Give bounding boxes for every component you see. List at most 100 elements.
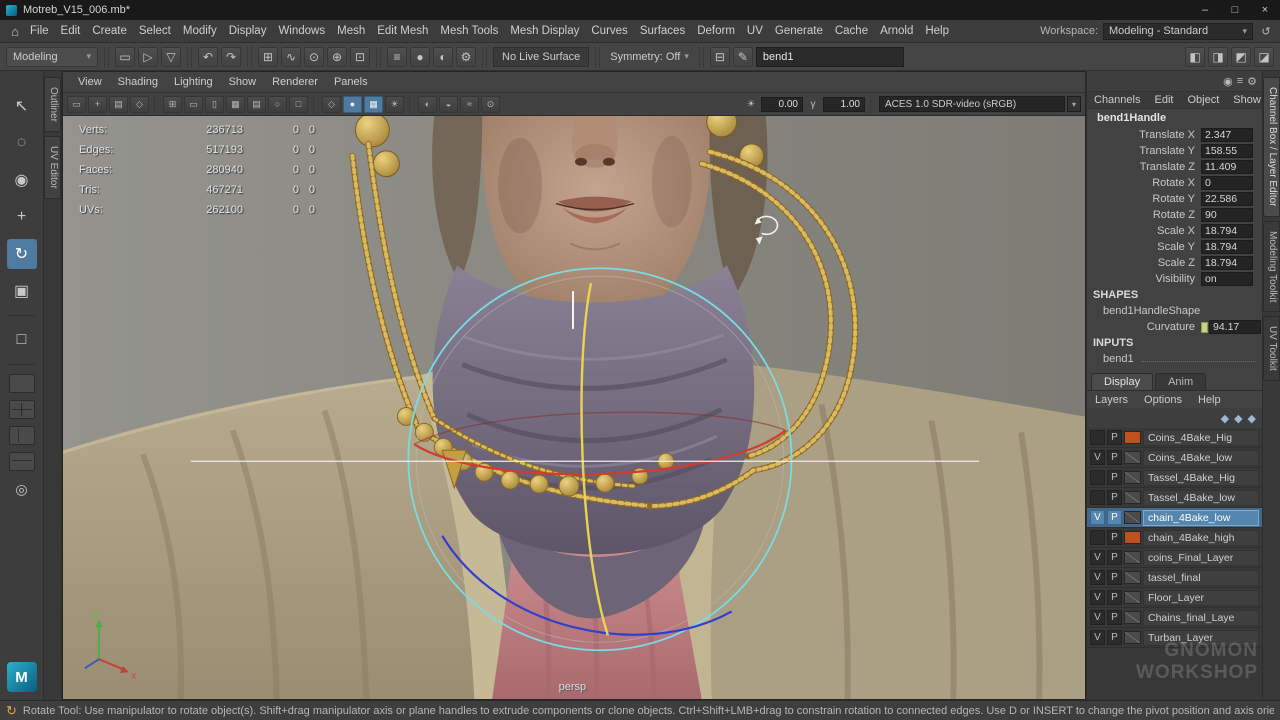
scale-tool-icon[interactable]: ▣ [7,276,37,306]
home-icon[interactable]: ⌂ [6,24,24,39]
menu-create[interactable]: Create [86,25,133,37]
safe-title-icon[interactable]: □ [289,96,308,113]
new-layer-icon[interactable]: ◆ [1248,412,1256,425]
tab-display[interactable]: Display [1091,373,1153,390]
input-node-name[interactable]: bend1 [1087,351,1262,367]
single-pane-layout-icon[interactable] [9,374,35,393]
layer-color-swatch[interactable] [1124,431,1141,444]
layer-playback-toggle[interactable]: P [1107,610,1122,625]
layer-visibility-toggle[interactable]: V [1090,590,1105,605]
isolate-select-icon[interactable]: ⊙ [481,96,500,113]
channel-label[interactable]: Translate Y [1087,145,1201,157]
toolbar-grip[interactable] [482,47,487,67]
layer-color-swatch[interactable] [1124,611,1141,624]
snap-to-view-plane-icon[interactable]: ⊕ [327,47,347,67]
layer-visibility-toggle[interactable]: V [1090,550,1105,565]
paint-selection-tool-icon[interactable]: ◉ [7,165,37,195]
channels-menu[interactable]: Channels [1087,94,1147,106]
shadows-icon[interactable]: ◐ [418,96,437,113]
layer-color-swatch[interactable] [1124,511,1141,524]
layer-playback-toggle[interactable]: P [1107,490,1122,505]
quick-input-field[interactable]: bend1 [756,47,904,67]
make-live-icon[interactable]: ⊡ [350,47,370,67]
panel-menu-lighting[interactable]: Lighting [167,76,220,88]
last-tool-icon[interactable]: □ [7,325,37,355]
layer-color-swatch[interactable] [1124,551,1141,564]
tool-settings-toggle-icon[interactable]: ◨ [1208,47,1228,67]
move-tool-icon[interactable]: + [7,202,37,232]
layer-row[interactable]: VPtassel_final [1087,568,1262,588]
maximize-button[interactable]: □ [1220,0,1250,20]
channel-value[interactable]: 22.586 [1201,192,1253,206]
layer-color-swatch[interactable] [1124,591,1141,604]
channel-value[interactable]: 90 [1201,208,1253,222]
options-menu[interactable]: Options [1136,394,1190,406]
toolbar-grip[interactable] [595,47,600,67]
rotate-tool-icon[interactable]: ↻ [7,239,37,269]
render-settings-icon[interactable]: ⚙ [456,47,476,67]
menu-uv[interactable]: UV [741,25,769,37]
layer-color-swatch[interactable] [1124,571,1141,584]
magnifier-icon[interactable]: ◎ [9,478,35,500]
attribute-editor-toggle-icon[interactable]: ◧ [1185,47,1205,67]
tab-channel-box-layer-editor[interactable]: Channel Box / Layer Editor [1263,77,1280,217]
menu-mesh-tools[interactable]: Mesh Tools [434,25,504,37]
move-layer-up-icon[interactable]: ◆ [1221,412,1229,425]
workspace-reset-icon[interactable]: ↺ [1258,25,1274,38]
layer-name[interactable]: Turban_Layer [1143,630,1259,646]
channel-value[interactable]: 0 [1201,176,1253,190]
layer-visibility-toggle[interactable]: V [1090,610,1105,625]
select-by-name-icon[interactable]: ✎ [733,47,753,67]
channel-label[interactable]: Translate Z [1087,161,1201,173]
layer-visibility-toggle[interactable]: V [1090,450,1105,465]
menu-windows[interactable]: Windows [272,25,331,37]
layer-visibility-toggle[interactable] [1090,490,1105,505]
layer-name[interactable]: Chains_final_Laye [1143,610,1259,626]
character-icon[interactable]: ◉ [1223,75,1233,88]
pan-zoom-icon[interactable]: + [88,96,107,113]
layer-row[interactable]: PTassel_4Bake_Hig [1087,468,1262,488]
tab-outliner[interactable]: Outliner [44,77,61,132]
layer-row[interactable]: VPcoins_Final_Layer [1087,548,1262,568]
channel-label[interactable]: Visibility [1087,273,1201,285]
layer-playback-toggle[interactable]: P [1107,550,1122,565]
undo-icon[interactable]: ↶ [198,47,218,67]
layer-row[interactable]: Pchain_4Bake_high [1087,528,1262,548]
layer-row[interactable]: PCoins_4Bake_Hig [1087,428,1262,448]
lasso-tool-icon[interactable]: ◌ [7,128,37,158]
grid-toggle-icon[interactable]: ⊞ [163,96,182,113]
exposure-icon[interactable]: ☀ [743,99,759,110]
menu-display[interactable]: Display [223,25,273,37]
layer-row[interactable]: VPCoins_4Bake_low [1087,448,1262,468]
layer-playback-toggle[interactable]: P [1107,530,1122,545]
channel-label[interactable]: Curvature [1087,321,1201,333]
layer-playback-toggle[interactable]: P [1107,470,1122,485]
select-camera-icon[interactable]: ▭ [67,96,86,113]
new-scene-icon[interactable]: ▭ [115,47,135,67]
channel-label[interactable]: Scale Z [1087,257,1201,269]
menu-set-dropdown[interactable]: Modeling ▾ [6,47,98,67]
xray-icon[interactable]: ⊟ [710,47,730,67]
ipr-render-icon[interactable]: ◐ [433,47,453,67]
layer-row[interactable]: PTassel_4Bake_low [1087,488,1262,508]
menu-arnold[interactable]: Arnold [874,25,919,37]
channel-box-toggle-icon[interactable]: ◩ [1231,47,1251,67]
layer-row[interactable]: VPTurban_Layer [1087,628,1262,648]
chevron-down-icon[interactable]: ▾ [1067,96,1081,112]
layer-playback-toggle[interactable]: P [1107,590,1122,605]
toolbar-grip[interactable] [699,47,704,67]
layer-name[interactable]: chain_4Bake_high [1143,530,1259,546]
select-tool-icon[interactable]: ↖ [7,91,37,121]
channel-label[interactable]: Scale Y [1087,241,1201,253]
menu-select[interactable]: Select [133,25,177,37]
use-all-lights-icon[interactable]: ☀ [385,96,404,113]
bookmark-icon[interactable]: ◇ [130,96,149,113]
workspace-dropdown[interactable]: Modeling - Standard ▾ [1103,23,1253,40]
modeling-toolkit-toggle-icon[interactable]: ◪ [1254,47,1274,67]
graph-icon[interactable]: ≡ [1237,75,1243,87]
layer-visibility-toggle[interactable] [1090,430,1105,445]
open-scene-icon[interactable]: ▷ [138,47,158,67]
colorspace-dropdown[interactable]: ACES 1.0 SDR-video (sRGB) [879,96,1065,112]
layer-visibility-toggle[interactable] [1090,530,1105,545]
layer-name[interactable]: Floor_Layer [1143,590,1259,606]
